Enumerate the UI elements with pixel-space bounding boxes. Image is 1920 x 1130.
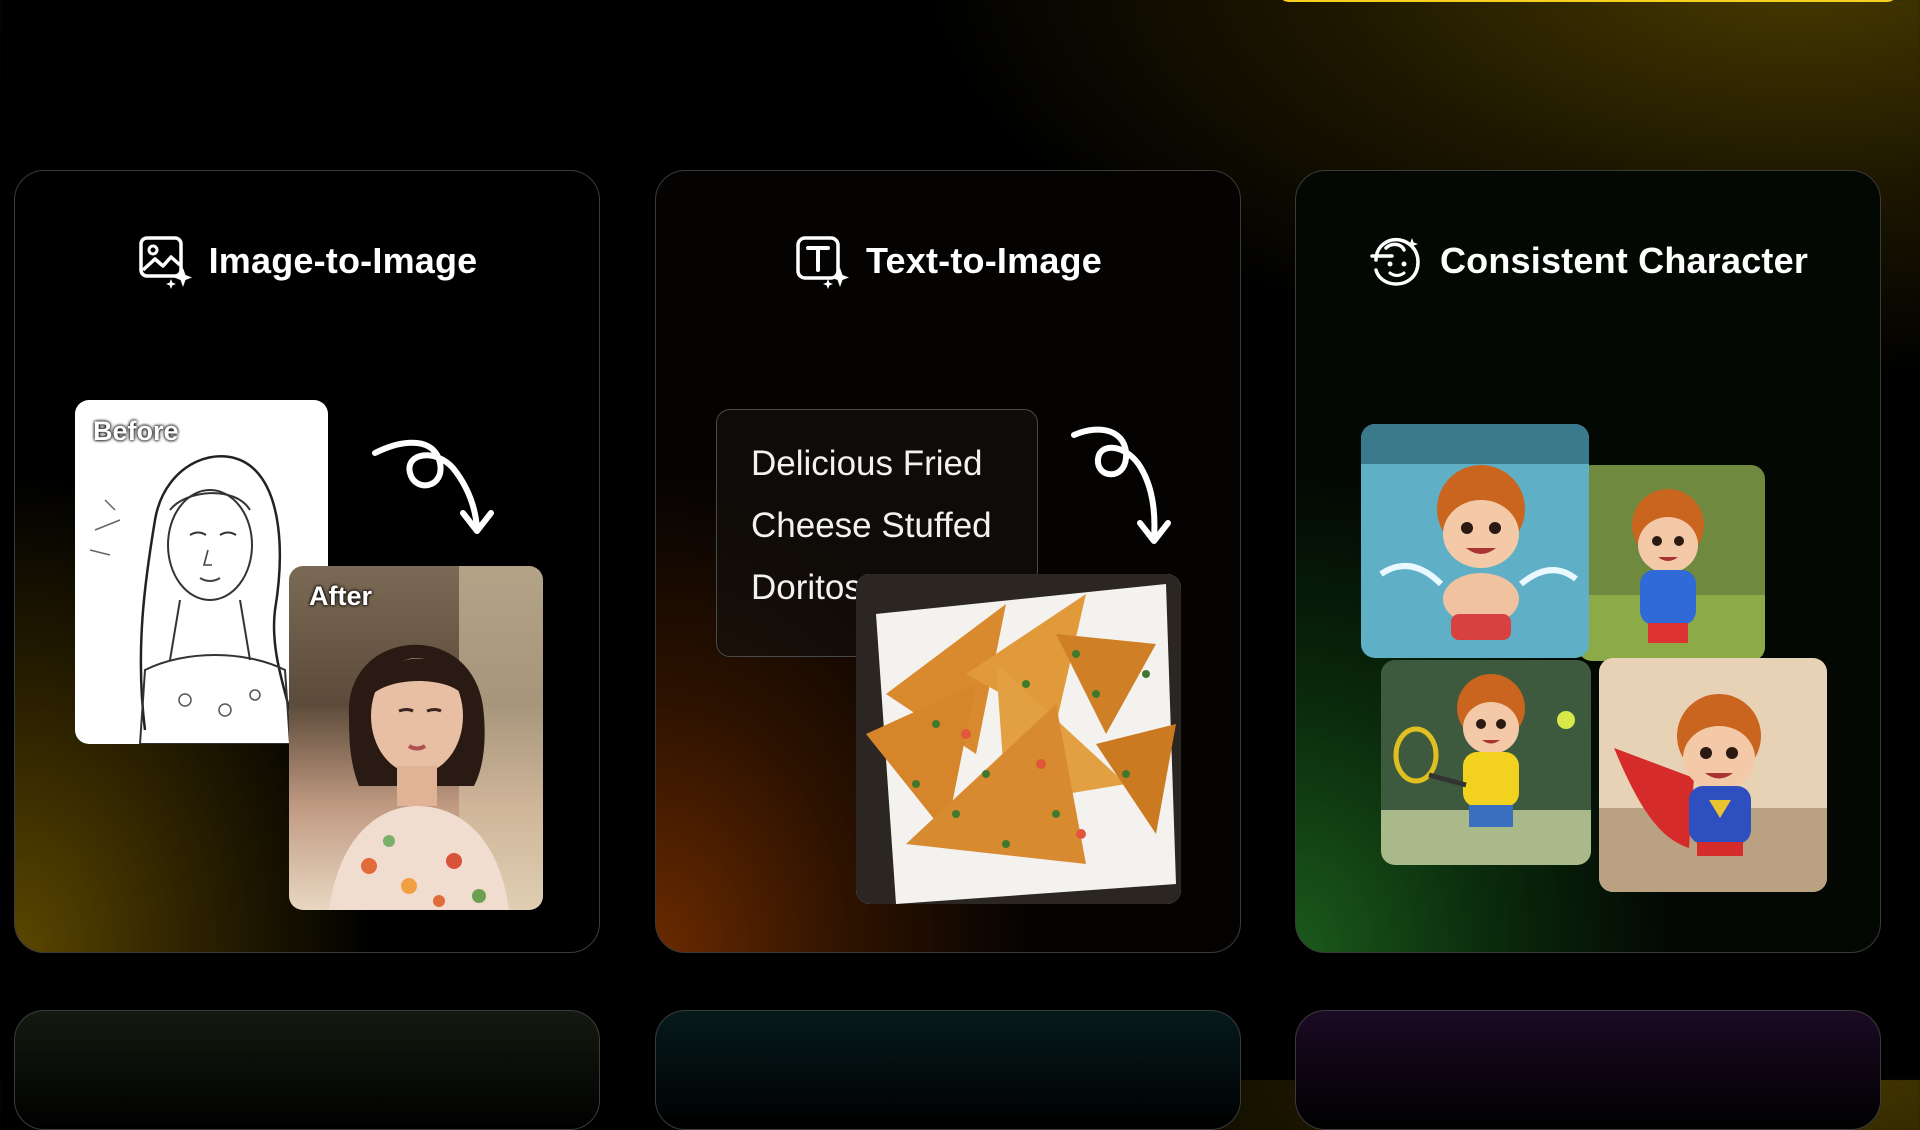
card-header: Consistent Character — [1296, 231, 1880, 291]
next-feature-card-1[interactable] — [14, 1010, 600, 1130]
character-face-icon — [1370, 237, 1420, 286]
card-title: Text-to-Image — [866, 240, 1102, 281]
card-title: Image-to-Image — [208, 240, 478, 281]
character-image-park — [1578, 465, 1765, 661]
image-sparkle-icon — [138, 236, 192, 289]
prompt-line: Cheese Stuffed — [751, 506, 992, 545]
top-yellow-button[interactable] — [1278, 0, 1898, 2]
character-image-swimming — [1361, 424, 1589, 658]
after-label: After — [309, 581, 373, 611]
card-title: Consistent Character — [1439, 240, 1809, 281]
card-header: Text-to-Image — [656, 231, 1240, 291]
consistent-character-card[interactable]: Consistent Character — [1295, 170, 1881, 953]
image-to-image-card[interactable]: Image-to-Image Before After — [14, 170, 600, 953]
character-image-tennis — [1381, 660, 1591, 865]
prompt-line: Delicious Fried — [751, 444, 983, 483]
before-label: Before — [93, 416, 179, 446]
after-photo-image — [289, 566, 543, 910]
next-feature-card-2[interactable] — [655, 1010, 1241, 1130]
generated-food-image — [856, 574, 1181, 904]
character-image-superhero — [1599, 658, 1827, 892]
card-header: Image-to-Image — [15, 231, 599, 291]
next-feature-card-3[interactable] — [1295, 1010, 1881, 1130]
prompt-line: Doritos — [751, 568, 862, 607]
text-to-image-card[interactable]: Text-to-Image Delicious Fried Cheese Stu… — [655, 170, 1241, 953]
text-sparkle-icon — [796, 236, 850, 289]
curly-arrow-icon — [372, 439, 494, 534]
curly-arrow-icon — [1071, 426, 1171, 544]
